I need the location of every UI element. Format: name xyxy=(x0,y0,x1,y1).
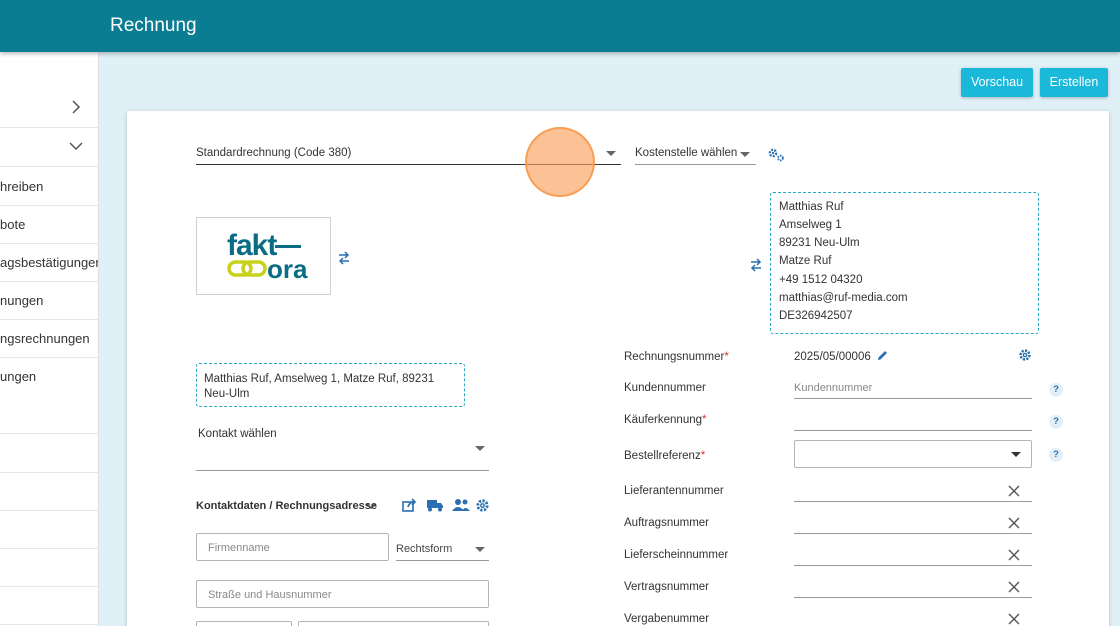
sender-line: Matthias Ruf xyxy=(779,201,844,213)
click-indicator xyxy=(525,127,595,197)
zip-input[interactable] xyxy=(196,621,292,626)
customer-number-placeholder: Kundennummer xyxy=(794,382,873,394)
sidebar-item-abschlagsrechnungen[interactable]: ngsrechnungen xyxy=(0,320,98,358)
preview-button[interactable]: Vorschau xyxy=(961,68,1033,97)
logo-text-bottom: ora xyxy=(267,254,308,284)
sidebar-item[interactable] xyxy=(0,435,98,473)
logo-bar xyxy=(275,245,301,248)
buyer-reference-label: Käuferkennung* xyxy=(624,414,707,426)
street-input[interactable]: Straße und Hausnummer xyxy=(196,580,489,608)
truck-icon[interactable] xyxy=(426,498,444,512)
help-icon[interactable]: ? xyxy=(1049,415,1063,429)
cost-center-select[interactable]: Kostenstelle wählen xyxy=(635,139,756,165)
job-number-input[interactable] xyxy=(794,512,1032,534)
sidebar-item-label: hreiben xyxy=(0,179,44,194)
street-placeholder: Straße und Hausnummer xyxy=(208,589,332,601)
sidebar-item-collapsed[interactable] xyxy=(0,90,98,128)
delivery-note-label: Lieferscheinnummer xyxy=(624,549,729,561)
sidebar-item[interactable] xyxy=(0,587,98,625)
chevron-down-icon xyxy=(1011,452,1021,457)
company-name-input[interactable]: Firmenname xyxy=(196,533,389,561)
sender-short-line[interactable]: Matthias Ruf, Amselweg 1, Matze Ruf, 892… xyxy=(196,363,465,407)
chevron-right-icon xyxy=(72,100,81,114)
company-logo[interactable]: fakt ora xyxy=(196,217,331,295)
sidebar-item-anschreiben[interactable]: hreiben xyxy=(0,168,98,206)
sidebar-item-label: ngsrechnungen xyxy=(0,331,90,346)
sidebar-item-rechnungen[interactable]: nungen xyxy=(0,282,98,320)
customer-number-label: Kundennummer xyxy=(624,382,706,394)
order-reference-select[interactable] xyxy=(794,440,1032,468)
tender-number-input[interactable] xyxy=(794,608,1032,626)
job-number-label: Auftragsnummer xyxy=(624,517,710,529)
sidebar-item-expanded[interactable] xyxy=(0,129,98,167)
contact-select[interactable] xyxy=(196,441,489,471)
sender-line: Amselweg 1 xyxy=(779,219,842,231)
sender-line: DE326942507 xyxy=(779,310,853,322)
chevron-down-icon[interactable] xyxy=(366,502,376,510)
clear-icon[interactable] xyxy=(1008,613,1020,625)
sidebar-item-auftragsbestaetigungen[interactable]: agsbestätigungen xyxy=(0,244,99,282)
sidebar-item-label: nungen xyxy=(0,293,44,308)
sidebar-item-gutschriften[interactable]: ungen xyxy=(0,358,98,434)
chevron-down-icon xyxy=(69,142,83,151)
contact-label: Kontakt wählen xyxy=(198,428,277,440)
supplier-number-label: Lieferantennummer xyxy=(624,485,724,497)
help-icon[interactable]: ? xyxy=(1049,448,1063,462)
legal-form-select[interactable]: Rechtsform xyxy=(396,539,489,561)
contract-number-input[interactable] xyxy=(794,576,1032,598)
sidebar-item-label: agsbestätigungen xyxy=(0,255,99,270)
app-header: Rechnung xyxy=(0,0,1120,52)
swap-icon[interactable] xyxy=(749,258,763,272)
customer-number-input[interactable]: Kundennummer xyxy=(794,377,1032,399)
sender-line: 89231 Neu-Ulm xyxy=(779,237,860,249)
sidebar-item-angebote[interactable]: bote xyxy=(0,206,98,244)
company-name-placeholder: Firmenname xyxy=(208,542,270,554)
sidebar: hreiben bote agsbestätigungen nungen ngs… xyxy=(0,52,99,626)
buyer-reference-input[interactable] xyxy=(794,409,1032,431)
sidebar-item[interactable] xyxy=(0,549,98,587)
logo-chain-icon xyxy=(227,260,267,277)
invoice-number-value: 2025/05/00006 xyxy=(794,351,871,363)
tender-number-label: Vergabenummer xyxy=(624,613,710,625)
sender-line: +49 1512 04320 xyxy=(779,274,863,286)
legal-form-value: Rechtsform xyxy=(396,543,453,555)
contact-section-title[interactable]: Kontaktdaten / Rechnungsadresse xyxy=(196,500,377,512)
sidebar-item-label: ungen xyxy=(0,369,37,384)
clear-icon[interactable] xyxy=(1008,581,1020,593)
cost-center-value: Kostenstelle wählen xyxy=(635,147,738,159)
sender-line: matthias@ruf-media.com xyxy=(779,292,908,304)
invoice-card: Standardrechnung (Code 380) Kostenstelle… xyxy=(127,111,1109,626)
clear-icon[interactable] xyxy=(1008,485,1020,497)
contract-number-label: Vertragsnummer xyxy=(624,581,710,593)
city-input[interactable] xyxy=(298,621,489,626)
swap-icon[interactable] xyxy=(337,251,351,265)
sidebar-item[interactable] xyxy=(0,473,98,511)
supplier-number-input[interactable] xyxy=(794,480,1032,502)
sender-address-box[interactable]: Matthias Ruf Amselweg 1 89231 Neu-Ulm Ma… xyxy=(770,192,1039,334)
sidebar-item-label: bote xyxy=(0,217,26,232)
sidebar-item[interactable] xyxy=(0,511,98,549)
invoice-type-value: Standardrechnung (Code 380) xyxy=(196,147,352,159)
contacts-icon[interactable] xyxy=(452,498,470,512)
delivery-note-input[interactable] xyxy=(794,544,1032,566)
settings-gears-icon[interactable] xyxy=(767,147,787,163)
chevron-down-icon xyxy=(475,446,485,451)
gear-icon[interactable] xyxy=(475,498,490,513)
share-icon[interactable] xyxy=(402,498,418,512)
chevron-down-icon xyxy=(475,547,485,552)
pencil-icon[interactable] xyxy=(876,349,889,362)
sender-short-text: Matthias Ruf, Amselweg 1, Matze Ruf, 892… xyxy=(204,373,435,400)
order-reference-label: Bestellreferenz* xyxy=(624,450,706,462)
create-button[interactable]: Erstellen xyxy=(1040,68,1108,97)
clear-icon[interactable] xyxy=(1008,549,1020,561)
help-icon[interactable]: ? xyxy=(1049,383,1063,397)
chevron-down-icon xyxy=(606,151,616,156)
sender-line: Matze Ruf xyxy=(779,255,832,267)
gear-icon[interactable] xyxy=(1018,348,1032,362)
clear-icon[interactable] xyxy=(1008,517,1020,529)
page-title: Rechnung xyxy=(110,15,197,36)
chevron-down-icon xyxy=(740,152,750,157)
invoice-number-label: Rechnungsnummer* xyxy=(624,351,729,363)
